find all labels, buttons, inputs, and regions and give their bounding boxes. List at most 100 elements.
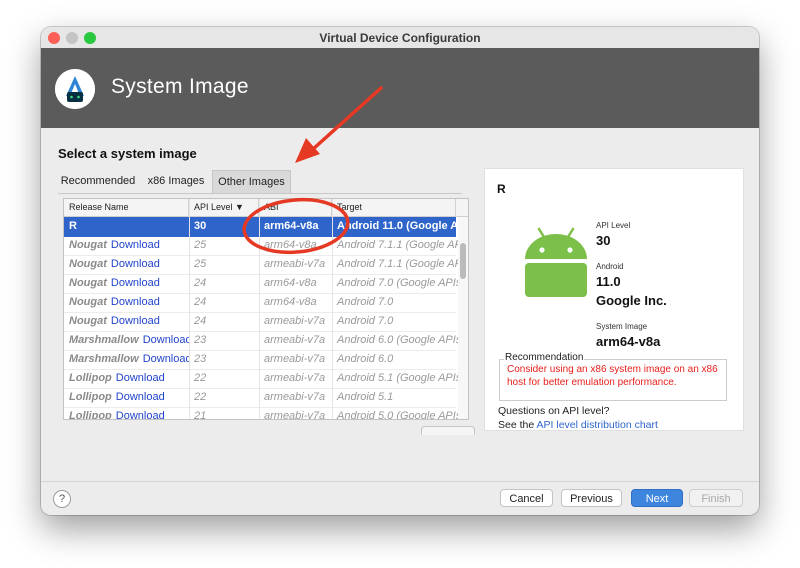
abi-cell: armeabi-v7a (264, 334, 326, 346)
release-name-cell: Nougat Download (64, 255, 189, 274)
api-level-cell: 21 (194, 410, 207, 420)
wizard-footer: ? Cancel Previous Next Finish (41, 481, 759, 515)
column-header-abi[interactable]: ABI (259, 199, 332, 216)
api-level-cell: 23 (194, 334, 207, 346)
release-name: R (69, 220, 77, 232)
table-row[interactable]: Nougat Download 24 arm64-v8a Android 7.0 (Go… (64, 274, 458, 294)
abi-cell: arm64-v8a (264, 277, 317, 289)
download-link[interactable]: Download (111, 239, 160, 251)
previous-button[interactable]: Previous (561, 489, 622, 507)
window-title: Virtual Device Configuration (319, 31, 481, 45)
abi-cell: arm64-v8a (264, 296, 317, 308)
target-cell: Android 6.0 (337, 353, 394, 365)
table-row[interactable]: Lollipop Download 21 armeabi-v7a Android 5.0… (64, 407, 458, 420)
api-level-label: API Level (596, 221, 631, 230)
column-divider (189, 199, 190, 419)
wizard-header: System Image (41, 48, 759, 128)
api-level-cell: 25 (194, 239, 207, 251)
target-cell: Android 11.0 (Google APIs) (337, 220, 458, 232)
api-level-cell: 24 (194, 315, 207, 327)
target-cell: Android 5.0 (Google APIs) (337, 410, 458, 420)
release-name-cell: Lollipop Download (64, 388, 189, 407)
scrollbar-thumb[interactable] (460, 243, 466, 279)
api-level-cell: 22 (194, 372, 207, 384)
target-cell: Android 6.0 (Google APIs) (337, 334, 458, 346)
cancel-button[interactable]: Cancel (500, 489, 553, 507)
api-level-cell: 24 (194, 296, 207, 308)
table-row[interactable]: Lollipop Download 22 armeabi-v7a Android 5.1 (64, 388, 456, 408)
table-row[interactable]: Nougat Download 24 armeabi-v7a Android 7.0 (64, 312, 456, 332)
column-header-api-level[interactable]: API Level ▼ (189, 199, 259, 216)
release-name: Nougat (69, 277, 107, 289)
release-name-cell: Marshmallow Download (64, 331, 189, 350)
android-label: Android (596, 262, 624, 271)
download-link[interactable]: Download (116, 410, 165, 419)
vendor-value: Google Inc. (596, 293, 667, 308)
table-row[interactable]: Nougat Download 24 arm64-v8a Android 7.0 (64, 293, 456, 313)
table-row[interactable]: Marshmallow Download 23 armeabi-v7a Android … (64, 350, 456, 370)
see-line: See the API level distribution chart (498, 419, 658, 431)
next-button[interactable]: Next (631, 489, 683, 507)
release-name-cell: R (64, 217, 189, 236)
release-name: Nougat (69, 239, 107, 251)
recommendation-text: Consider using an x86 system image on an… (507, 364, 718, 388)
download-link[interactable]: Download (143, 353, 189, 365)
target-cell: Android 7.1.1 (Google APIs) (337, 239, 458, 251)
abi-cell: armeabi-v7a (264, 391, 326, 403)
release-name-cell: Lollipop Download (64, 407, 189, 419)
refresh-button[interactable] (421, 426, 475, 435)
table-row[interactable]: Nougat Download 25 arm64-v8a Android 7.1.1 (… (64, 236, 458, 256)
android-studio-icon (55, 69, 95, 109)
table-row[interactable]: Nougat Download 25 armeabi-v7a Android 7.1.1… (64, 255, 458, 275)
system-image-value: arm64-v8a (596, 334, 661, 349)
recommendation-box: Recommendation Consider using an x86 sys… (499, 352, 727, 401)
virtual-device-configuration-window: Virtual Device Configuration System Imag… (41, 27, 759, 515)
target-cell: Android 7.0 (Google APIs) (337, 277, 458, 289)
api-level-cell: 24 (194, 277, 207, 289)
system-image-table[interactable]: Release Name API Level ▼ ABI Target R 30 a… (63, 198, 469, 420)
download-link[interactable]: Download (111, 315, 160, 327)
release-name: Nougat (69, 258, 107, 270)
target-cell: Android 5.1 (Google APIs) (337, 372, 458, 384)
tab-recommended[interactable]: Recommended (58, 170, 138, 192)
table-row[interactable]: Lollipop Download 22 armeabi-v7a Android 5.1… (64, 369, 458, 389)
column-header-release-name[interactable]: Release Name (64, 199, 189, 216)
finish-button[interactable]: Finish (689, 489, 743, 507)
target-cell: Android 5.1 (337, 391, 394, 403)
target-cell: Android 7.0 (337, 315, 394, 327)
api-level-value: 30 (596, 233, 611, 248)
release-name-cell: Lollipop Download (64, 369, 189, 388)
abi-cell: arm64-v8a (264, 220, 319, 232)
release-name-cell: Marshmallow Download (64, 350, 189, 369)
tab-x86-images[interactable]: x86 Images (140, 170, 212, 192)
release-name: Lollipop (69, 391, 112, 403)
download-link[interactable]: Download (116, 391, 165, 403)
abi-cell: armeabi-v7a (264, 258, 326, 270)
help-button[interactable]: ? (53, 490, 71, 508)
title-bar: Virtual Device Configuration (41, 27, 759, 49)
download-link[interactable]: Download (143, 334, 189, 346)
release-name-cell: Nougat Download (64, 236, 189, 255)
table-scrollbar[interactable] (458, 217, 468, 419)
api-question: Questions on API level? (498, 405, 610, 417)
download-link[interactable]: Download (116, 372, 165, 384)
recommendation-title: Recommendation (504, 352, 585, 363)
table-row[interactable]: Marshmallow Download 23 armeabi-v7a Android … (64, 331, 458, 351)
download-link[interactable]: Download (111, 277, 160, 289)
api-level-cell: 23 (194, 353, 207, 365)
download-link[interactable]: Download (111, 258, 160, 270)
column-header-target[interactable]: Target (332, 199, 456, 216)
release-name: Marshmallow (69, 353, 139, 365)
download-link[interactable]: Download (111, 296, 160, 308)
abi-cell: armeabi-v7a (264, 410, 326, 420)
api-level-cell: 22 (194, 391, 207, 403)
tab-other-images[interactable]: Other Images (212, 170, 291, 193)
table-row[interactable]: R 30 arm64-v8a Android 11.0 (Google APIs) (64, 217, 458, 237)
release-name: Nougat (69, 315, 107, 327)
api-distribution-chart-link[interactable]: API level distribution chart (537, 419, 658, 431)
target-cell: Android 7.1.1 (Google APIs) (337, 258, 458, 270)
section-title: Select a system image (58, 146, 197, 161)
android-robot-icon (521, 223, 591, 303)
abi-cell: armeabi-v7a (264, 372, 326, 384)
release-name: Nougat (69, 296, 107, 308)
